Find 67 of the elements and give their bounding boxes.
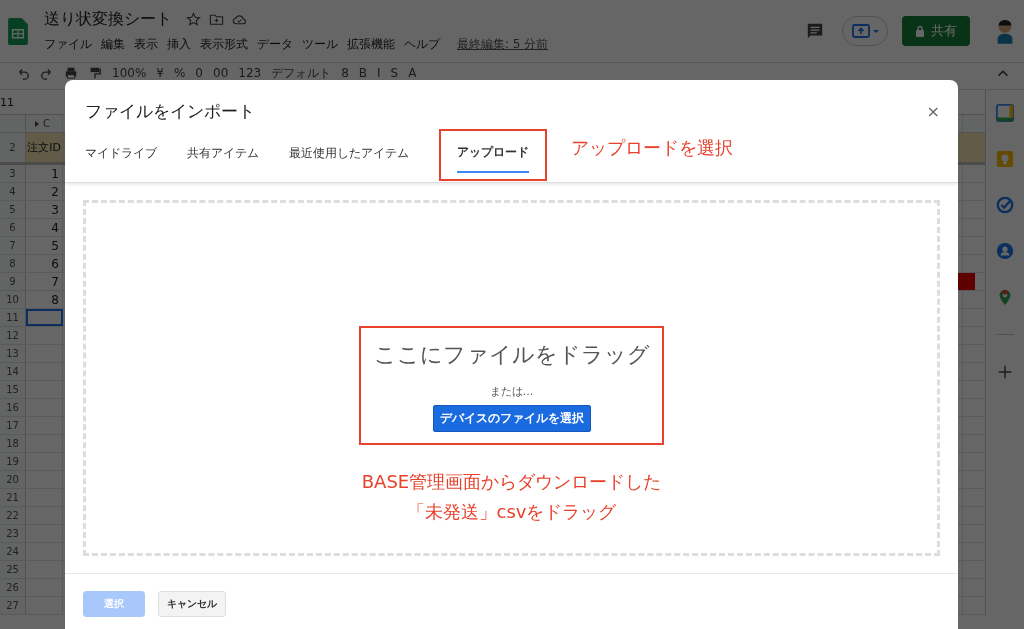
lock-icon [915,25,925,37]
cloud-icon[interactable] [232,12,247,27]
undo-icon[interactable] [16,66,30,80]
menu-item[interactable]: データ [257,36,293,53]
annotation-text: 「未発送」csvをドラッグ [406,500,617,525]
table-cell: 6 [26,255,63,272]
drop-zone[interactable]: ここにファイルをドラッグ または... デバイスのファイルを選択 BASE管理画面からダウンロードした 「未発送」csvをドラッグ [83,200,940,556]
toolbar-item[interactable]: デフォルト [271,66,332,80]
menu-item[interactable]: 挿入 [167,36,191,53]
dialog-button[interactable]: キャンセル [158,590,226,617]
or-label: または... [489,384,534,400]
toolbar-item[interactable]: 123 [238,66,262,80]
toolbar-item[interactable]: 0 [195,66,203,80]
toolbar-item[interactable]: S [390,66,399,80]
tab[interactable]: マイドライブ [85,135,157,174]
paint-format-icon[interactable] [88,66,102,80]
tab[interactable]: 最近使用したアイテム [289,135,409,174]
table-cell: 5 [26,237,63,254]
table-cell: 2 [26,183,63,200]
table-cell: 3 [26,201,63,218]
annotation-text: アップロードを選択 [571,136,733,161]
toolbar-item[interactable]: A [408,66,417,80]
present-icon [851,23,870,39]
toolbar-item[interactable]: 00 [213,66,229,80]
browse-button[interactable]: デバイスのファイルを選択 [432,405,591,433]
share-button[interactable]: 共有 [902,16,970,46]
document-title[interactable]: 送り状変換シート [44,9,172,30]
calendar-icon[interactable] [996,104,1014,122]
menu-item[interactable]: ヘルプ [404,36,440,53]
toolbar-item[interactable]: B [358,66,368,80]
table-cell: 注文ID [26,133,63,162]
redo-icon[interactable] [40,66,54,80]
toolbar-item[interactable]: I [377,66,381,80]
tab[interactable]: アップロード [457,134,529,174]
star-icon[interactable] [186,12,201,27]
table-cell: 1 [26,165,63,182]
present-button[interactable] [842,16,888,46]
menu-item[interactable]: 拡張機能 [347,36,395,53]
print-icon[interactable] [64,66,78,80]
toolbar-item[interactable]: 8 [341,66,349,80]
column-header[interactable]: C [26,115,63,132]
drop-hint: ここにファイルをドラッグ [373,341,650,370]
menu-item[interactable]: 編集 [101,36,125,53]
name-box[interactable]: 11 [0,95,14,109]
tab[interactable]: 共有アイテム [187,135,259,174]
menu-item[interactable]: ツール [302,36,338,53]
contacts-icon[interactable] [996,242,1014,260]
tasks-icon[interactable] [996,196,1014,214]
expand-icon[interactable] [35,120,39,127]
last-edit-link[interactable]: 最終編集: 5 分前 [457,36,549,53]
comment-icon[interactable] [806,22,824,40]
sheets-logo-icon[interactable] [8,17,28,45]
toolbar-item[interactable]: % [173,66,186,80]
folder-icon[interactable] [209,12,224,27]
toolbar-item[interactable]: ¥ [156,66,164,80]
close-button[interactable]: × [922,101,944,121]
menu-item[interactable]: 表示 [134,36,158,53]
caret-icon [872,29,879,33]
menu-item[interactable]: 表示形式 [200,36,248,53]
table-cell: 7 [26,273,63,290]
table-cell: 4 [26,219,63,236]
dialog-title: ファイルをインポート [85,99,255,123]
menu-item[interactable]: ファイル [44,36,92,53]
toolbar-item[interactable]: 100% [112,66,147,80]
annotation-text: BASE管理画面からダウンロードした [361,470,662,495]
table-cell: 8 [26,291,63,308]
add-icon[interactable] [996,363,1014,381]
